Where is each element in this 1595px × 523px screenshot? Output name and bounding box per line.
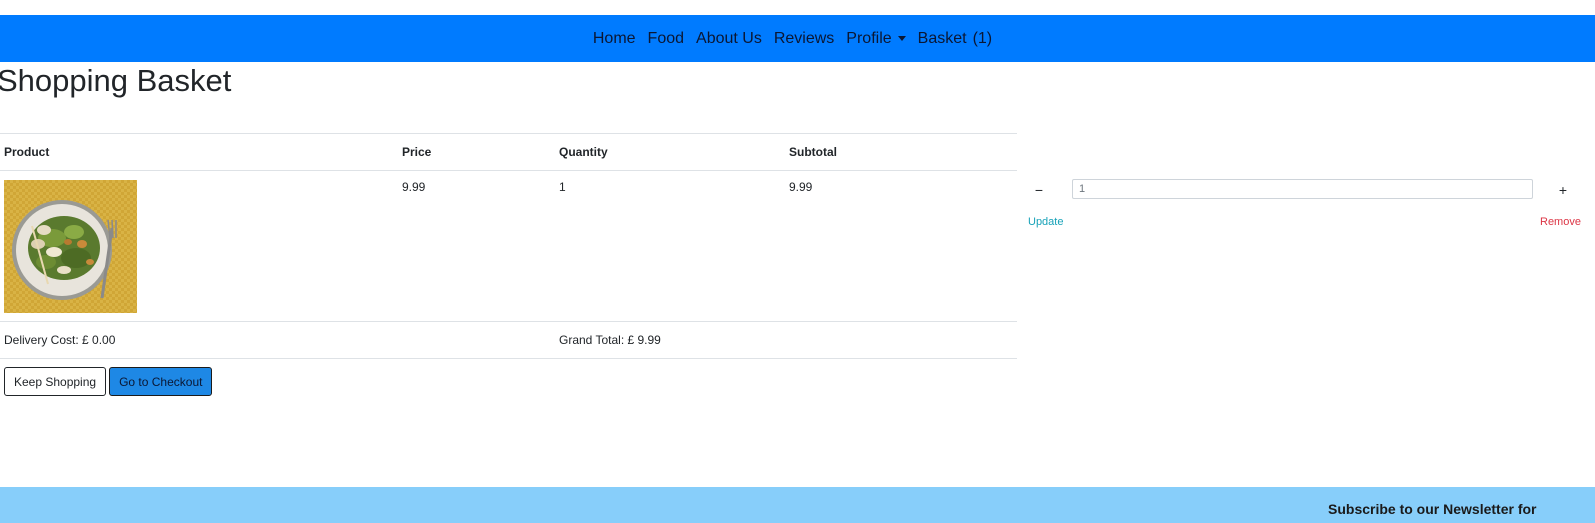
- checkout-button[interactable]: Go to Checkout: [109, 367, 213, 396]
- header-quantity: Quantity: [555, 133, 785, 171]
- totals-row: Delivery Cost: £ 0.00 Grand Total: £ 9.9…: [0, 321, 1017, 359]
- remove-link[interactable]: Remove: [1540, 216, 1581, 228]
- quantity-stepper: − + Update Remove: [1026, 178, 1595, 238]
- nav-basket-label: Basket: [917, 29, 967, 47]
- header-price: Price: [398, 133, 555, 171]
- nav-food-link[interactable]: Food: [642, 30, 690, 48]
- caret-down-icon: [897, 35, 906, 41]
- newsletter-title: Subscribe to our Newsletter for: [1328, 501, 1537, 517]
- nav-about-us-link[interactable]: About Us: [690, 30, 768, 48]
- footer: Subscribe to our Newsletter for: [0, 487, 1595, 523]
- price-cell: 9.99: [398, 170, 555, 322]
- increment-button[interactable]: +: [1553, 180, 1573, 200]
- header-product: Product: [0, 133, 398, 171]
- subtotal-cell: 9.99: [785, 170, 1017, 322]
- quantity-input[interactable]: [1072, 179, 1533, 199]
- grand-total: Grand Total: £ 9.99: [555, 321, 1017, 359]
- page-title: Shopping Basket: [0, 63, 232, 98]
- decrement-button[interactable]: −: [1029, 180, 1049, 200]
- nav-list: Home Food About Us Reviews Profile Baske…: [587, 30, 998, 48]
- table-header-row: Product Price Quantity Subtotal: [0, 133, 1017, 171]
- action-buttons: Keep Shopping Go to Checkout: [4, 367, 215, 396]
- main-navbar: Home Food About Us Reviews Profile Baske…: [0, 15, 1595, 62]
- nav-profile-label: Profile: [846, 29, 892, 47]
- update-link[interactable]: Update: [1028, 216, 1063, 228]
- table-row: 9.99 1 9.99: [0, 170, 1017, 322]
- header-subtotal: Subtotal: [785, 133, 1017, 171]
- basket-count-badge: (1): [972, 29, 993, 47]
- salad-plate-image[interactable]: [4, 180, 137, 313]
- keep-shopping-button[interactable]: Keep Shopping: [4, 367, 107, 396]
- nav-basket-link[interactable]: Basket (1): [912, 30, 998, 48]
- basket-table: Product Price Quantity Subtotal 9.99 1 9…: [0, 133, 1017, 359]
- delivery-cost: Delivery Cost: £ 0.00: [0, 321, 555, 359]
- quantity-cell: 1: [555, 170, 785, 322]
- nav-reviews-link[interactable]: Reviews: [768, 30, 840, 48]
- product-cell: [0, 170, 398, 322]
- nav-home-link[interactable]: Home: [587, 30, 642, 48]
- nav-profile-dropdown[interactable]: Profile: [840, 30, 911, 48]
